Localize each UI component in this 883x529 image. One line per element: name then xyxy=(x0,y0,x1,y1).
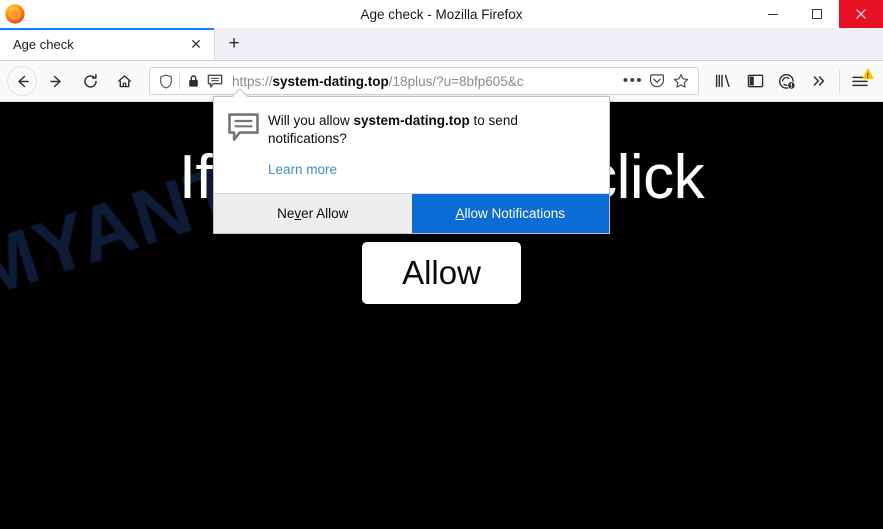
maximize-button[interactable] xyxy=(795,0,839,28)
firefox-logo-icon xyxy=(4,3,26,25)
allow-notifications-button[interactable]: Allow Notifications xyxy=(411,193,609,233)
window-controls xyxy=(751,0,883,28)
page-actions-label: ••• xyxy=(622,72,644,89)
sidebar-icon[interactable] xyxy=(739,66,771,96)
close-button[interactable] xyxy=(839,0,883,28)
url-path: /18plus/?u=8bfp605&c xyxy=(388,73,524,89)
notification-bubble-icon xyxy=(228,112,262,179)
allow-button[interactable]: Allow xyxy=(362,242,521,305)
notification-bubble-icon[interactable] xyxy=(204,70,226,92)
tab-bar: Age check ✕ + xyxy=(0,28,883,61)
minimize-button[interactable] xyxy=(751,0,795,28)
popup-body: Will you allow system-dating.top to send… xyxy=(214,97,609,193)
never-allow-accesskey: v xyxy=(294,205,302,221)
allow-suffix: llow Notifications xyxy=(464,205,566,221)
url-text[interactable]: https://system-dating.top/18plus/?u=8bfp… xyxy=(232,74,618,89)
learn-more-link[interactable]: Learn more xyxy=(268,162,337,177)
tab-label: Age check xyxy=(13,36,74,52)
title-bar: Age check - Mozilla Firefox xyxy=(0,0,883,28)
new-tab-button[interactable]: + xyxy=(215,28,253,60)
library-icon[interactable] xyxy=(707,66,739,96)
toolbar-divider xyxy=(839,70,840,92)
popup-actions: Ne v er Allow Allow Notifications xyxy=(214,192,609,233)
shield-icon[interactable] xyxy=(155,70,177,92)
popup-message-domain: system-dating.top xyxy=(353,113,470,128)
tab-age-check[interactable]: Age check ✕ xyxy=(0,28,215,60)
forward-arrow-icon[interactable] xyxy=(41,66,71,96)
allow-accesskey: A xyxy=(455,205,465,221)
never-allow-button[interactable]: Ne v er Allow xyxy=(214,193,412,233)
toolbar-buttons xyxy=(707,66,876,96)
identity-box[interactable] xyxy=(155,70,226,92)
notification-permission-popup: Will you allow system-dating.top to send… xyxy=(213,96,610,234)
warning-triangle-icon xyxy=(862,68,874,80)
url-host: system-dating.top xyxy=(272,73,389,89)
back-arrow-icon[interactable] xyxy=(7,66,37,96)
hamburger-menu-icon[interactable] xyxy=(844,66,876,96)
popup-message: Will you allow system-dating.top to send… xyxy=(268,112,593,148)
reload-icon[interactable] xyxy=(75,66,105,96)
home-icon[interactable] xyxy=(109,66,139,96)
overflow-button[interactable] xyxy=(803,66,835,96)
never-allow-prefix: Ne xyxy=(277,205,295,221)
page-actions-button[interactable]: ••• xyxy=(622,70,644,92)
padlock-icon[interactable] xyxy=(182,70,204,92)
popup-arrow xyxy=(232,89,248,97)
url-actions: ••• xyxy=(622,70,692,92)
star-icon[interactable] xyxy=(670,70,692,92)
popup-message-prefix: Will you allow xyxy=(268,113,354,128)
firefox-browser-window: Age check - Mozilla Firefox Age check ✕ … xyxy=(0,0,883,529)
identity-divider xyxy=(179,73,180,89)
tab-close-icon[interactable]: ✕ xyxy=(186,34,206,54)
account-sync-warning-icon[interactable] xyxy=(771,66,803,96)
never-allow-suffix: er Allow xyxy=(301,205,349,221)
popup-text-block: Will you allow system-dating.top to send… xyxy=(262,112,593,179)
url-scheme: https:// xyxy=(232,73,273,89)
pocket-icon[interactable] xyxy=(646,70,668,92)
